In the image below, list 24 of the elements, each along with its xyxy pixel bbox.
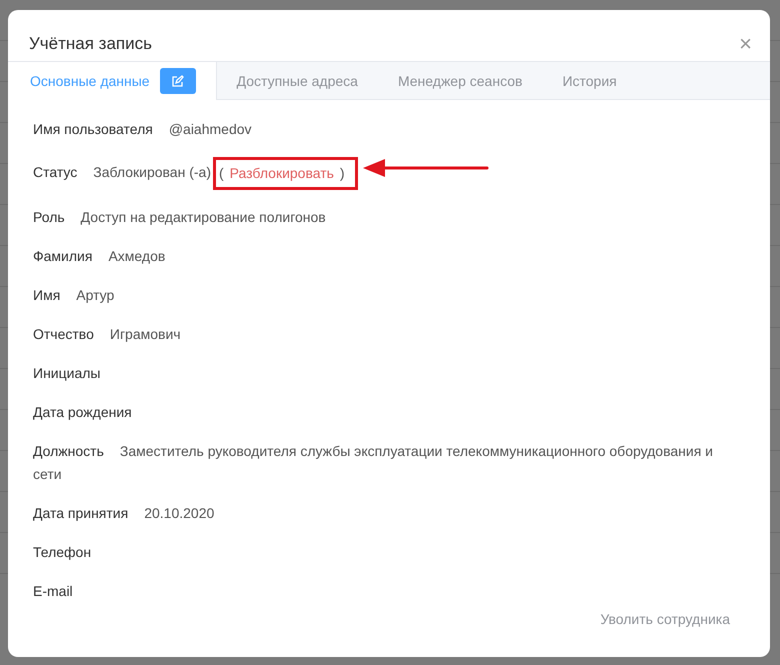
field-label: Статус bbox=[33, 164, 78, 180]
parenthesis: ( bbox=[219, 164, 224, 183]
profile-field: Дата принятия 20.10.2020 bbox=[33, 505, 214, 521]
edit-button[interactable] bbox=[160, 68, 196, 94]
dialog-title: Учётная запись bbox=[29, 34, 152, 54]
profile-field: Имя пользователя @aiahmedov bbox=[33, 121, 252, 137]
profile-field: Должность Заместитель руководителя службы эксплуатации телекоммуникационного оборудования и сети bbox=[33, 443, 714, 482]
profile-field: Фамилия Ахмедов bbox=[33, 248, 166, 264]
status-value: Заблокирован (-а) bbox=[93, 164, 211, 180]
dismiss-employee-link[interactable]: Уволить сотрудника bbox=[600, 611, 730, 627]
parenthesis: ) bbox=[340, 164, 345, 183]
tab[interactable]: Менеджер сеансов bbox=[398, 72, 522, 89]
tab[interactable]: История bbox=[562, 72, 617, 89]
profile-field: Инициалы bbox=[33, 365, 116, 381]
profile-field: Роль Доступ на редактирование полигонов bbox=[33, 209, 326, 225]
profile-field: Телефон bbox=[33, 544, 108, 560]
profile-field: E-mail bbox=[33, 583, 89, 599]
tab[interactable]: Доступные адреса bbox=[236, 72, 358, 89]
profile-field: Отчество Играмович bbox=[33, 326, 181, 342]
close-button[interactable]: × bbox=[739, 32, 752, 55]
edit-icon bbox=[171, 74, 184, 88]
profile-field: Имя Артур bbox=[33, 287, 114, 303]
profile-field: Дата рождения bbox=[33, 404, 148, 420]
unblock-link[interactable]: Разблокировать bbox=[230, 162, 334, 185]
